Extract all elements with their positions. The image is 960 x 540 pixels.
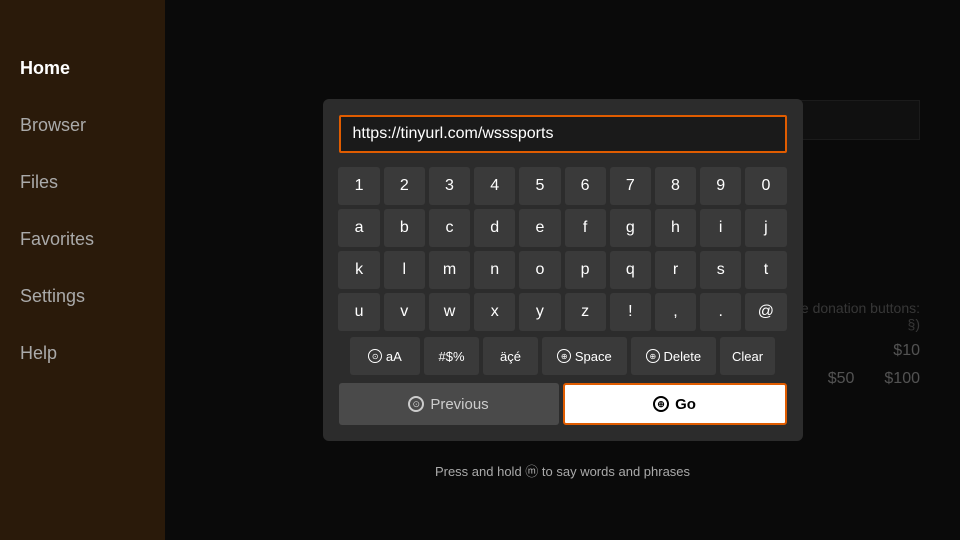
special-row: ⊙ aA #$% äçé ⊕ Space ⊕ Delete Clear <box>339 337 787 375</box>
key-k[interactable]: k <box>338 251 379 289</box>
go-icon: ⊕ <box>653 396 669 412</box>
sidebar: Home Browser Files Favorites Settings He… <box>0 0 165 540</box>
previous-icon: ⊙ <box>408 396 424 412</box>
key-x[interactable]: x <box>474 293 515 331</box>
key-comma[interactable]: , <box>655 293 696 331</box>
key-o[interactable]: o <box>519 251 560 289</box>
key-u[interactable]: u <box>338 293 379 331</box>
key-clear[interactable]: Clear <box>720 337 775 375</box>
key-h[interactable]: h <box>655 209 696 247</box>
key-delete[interactable]: ⊕ Delete <box>631 337 716 375</box>
key-2[interactable]: 2 <box>384 167 425 205</box>
key-toggle-case[interactable]: ⊙ aA <box>350 337 420 375</box>
key-l[interactable]: l <box>384 251 425 289</box>
key-6[interactable]: 6 <box>565 167 606 205</box>
key-e[interactable]: e <box>519 209 560 247</box>
main-content: ase donation buttons: §) $10 $20 $50 $10… <box>165 0 960 540</box>
key-0[interactable]: 0 <box>745 167 786 205</box>
key-a[interactable]: a <box>338 209 379 247</box>
number-row: 1 2 3 4 5 6 7 8 9 0 <box>339 167 787 205</box>
alpha-row-1: a b c d e f g h i j <box>339 209 787 247</box>
sidebar-item-favorites[interactable]: Favorites <box>0 211 165 268</box>
key-period[interactable]: . <box>700 293 741 331</box>
key-7[interactable]: 7 <box>610 167 651 205</box>
key-z[interactable]: z <box>565 293 606 331</box>
key-1[interactable]: 1 <box>338 167 379 205</box>
key-c[interactable]: c <box>429 209 470 247</box>
key-g[interactable]: g <box>610 209 651 247</box>
previous-button[interactable]: ⊙ Previous <box>339 383 559 425</box>
key-p[interactable]: p <box>565 251 606 289</box>
key-t[interactable]: t <box>745 251 786 289</box>
url-input[interactable]: https://tinyurl.com/wsssports <box>353 125 773 143</box>
sidebar-item-home[interactable]: Home <box>0 40 165 97</box>
key-m[interactable]: m <box>429 251 470 289</box>
alpha-row-3: u v w x y z ! , . @ <box>339 293 787 331</box>
key-5[interactable]: 5 <box>519 167 560 205</box>
key-d[interactable]: d <box>474 209 515 247</box>
modal-overlay: https://tinyurl.com/wsssports 1 2 3 4 5 … <box>165 0 960 540</box>
sidebar-item-browser[interactable]: Browser <box>0 97 165 154</box>
key-3[interactable]: 3 <box>429 167 470 205</box>
key-9[interactable]: 9 <box>700 167 741 205</box>
key-space[interactable]: ⊕ Space <box>542 337 627 375</box>
hint-text: Press and hold ⓜ to say words and phrase… <box>435 461 690 480</box>
key-8[interactable]: 8 <box>655 167 696 205</box>
key-accents[interactable]: äçé <box>483 337 538 375</box>
key-j[interactable]: j <box>745 209 786 247</box>
circle-plus-icon: ⊕ <box>557 349 571 363</box>
key-i[interactable]: i <box>700 209 741 247</box>
key-f[interactable]: f <box>565 209 606 247</box>
key-n[interactable]: n <box>474 251 515 289</box>
key-y[interactable]: y <box>519 293 560 331</box>
alpha-row-2: k l m n o p q r s t <box>339 251 787 289</box>
key-b[interactable]: b <box>384 209 425 247</box>
key-w[interactable]: w <box>429 293 470 331</box>
key-v[interactable]: v <box>384 293 425 331</box>
url-input-container[interactable]: https://tinyurl.com/wsssports <box>339 115 787 153</box>
key-4[interactable]: 4 <box>474 167 515 205</box>
sidebar-item-settings[interactable]: Settings <box>0 268 165 325</box>
keyboard: 1 2 3 4 5 6 7 8 9 0 a b c d e <box>339 167 787 425</box>
circle-plus-delete-icon: ⊕ <box>646 349 660 363</box>
key-at[interactable]: @ <box>745 293 786 331</box>
action-row: ⊙ Previous ⊕ Go <box>339 383 787 425</box>
keyboard-modal: https://tinyurl.com/wsssports 1 2 3 4 5 … <box>323 99 803 441</box>
key-exclaim[interactable]: ! <box>610 293 651 331</box>
key-symbols[interactable]: #$% <box>424 337 479 375</box>
key-s[interactable]: s <box>700 251 741 289</box>
sidebar-item-help[interactable]: Help <box>0 325 165 382</box>
key-r[interactable]: r <box>655 251 696 289</box>
circle-icon: ⊙ <box>368 349 382 363</box>
go-button[interactable]: ⊕ Go <box>563 383 787 425</box>
sidebar-item-files[interactable]: Files <box>0 154 165 211</box>
key-q[interactable]: q <box>610 251 651 289</box>
